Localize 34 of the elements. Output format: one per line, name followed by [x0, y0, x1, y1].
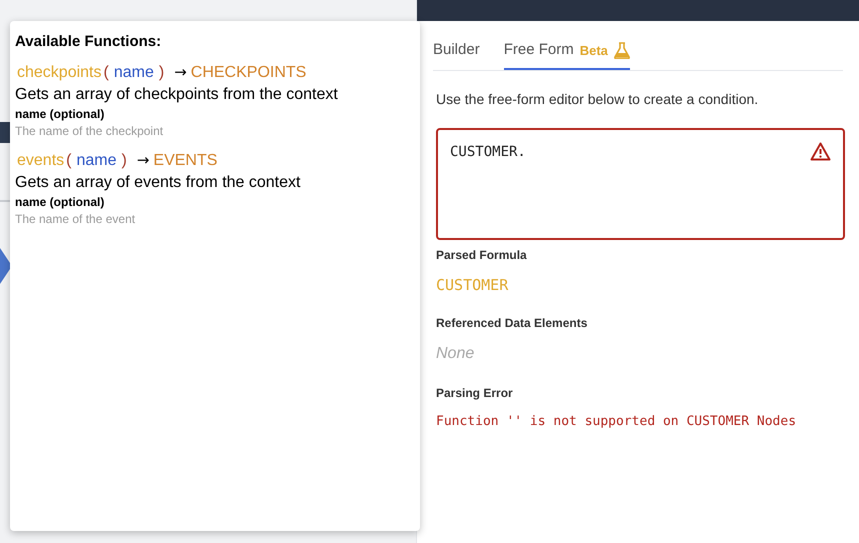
parameter-name: name	[114, 62, 154, 82]
function-description: Gets an array of checkpoints from the context	[15, 84, 339, 104]
parameter-name: name	[76, 150, 116, 170]
function-name: checkpoints	[17, 62, 102, 82]
editor-text: CUSTOMER.	[450, 142, 527, 162]
parameter-label: name (optional)	[15, 106, 106, 122]
parameter-label: name (optional)	[15, 194, 106, 210]
section-label: Parsed Formula	[436, 246, 528, 264]
function-name: events	[17, 150, 64, 170]
section-label: Parsing Error	[436, 385, 514, 402]
parameter-description: The name of the event	[15, 210, 136, 228]
flask-icon	[614, 42, 630, 59]
function-description: Gets an array of events from the context	[15, 172, 302, 192]
referenced-elements-value: None	[436, 344, 476, 364]
error-message: Function '' is not supported on CUSTOMER Nodes	[436, 413, 798, 431]
arrow-icon: →	[174, 62, 187, 82]
parsed-formula: CUSTOMER	[436, 274, 510, 296]
parameter-description: The name of the checkpoint	[15, 122, 164, 140]
open-paren: (	[104, 62, 109, 82]
beta-label: Beta	[580, 42, 608, 60]
tab[interactable]: Builder	[433, 39, 480, 70]
node-shape-icon	[0, 248, 12, 284]
tab[interactable]: Free Form Beta	[504, 39, 630, 70]
instruction-text: Use the free-form editor below to create a condition.	[436, 90, 760, 108]
open-paren: (	[66, 150, 72, 170]
arrow-icon: →	[136, 150, 150, 170]
return-type: EVENTS	[153, 150, 218, 170]
return-type: CHECKPOINTS	[190, 62, 306, 82]
section-label: Referenced Data Elements	[436, 315, 588, 332]
close-paren: )	[122, 150, 127, 170]
warning-icon	[810, 142, 831, 160]
close-paren: )	[158, 62, 164, 82]
formula-editor[interactable]: CUSTOMER.	[436, 128, 845, 240]
popup-title: Available Functions:	[15, 32, 162, 52]
